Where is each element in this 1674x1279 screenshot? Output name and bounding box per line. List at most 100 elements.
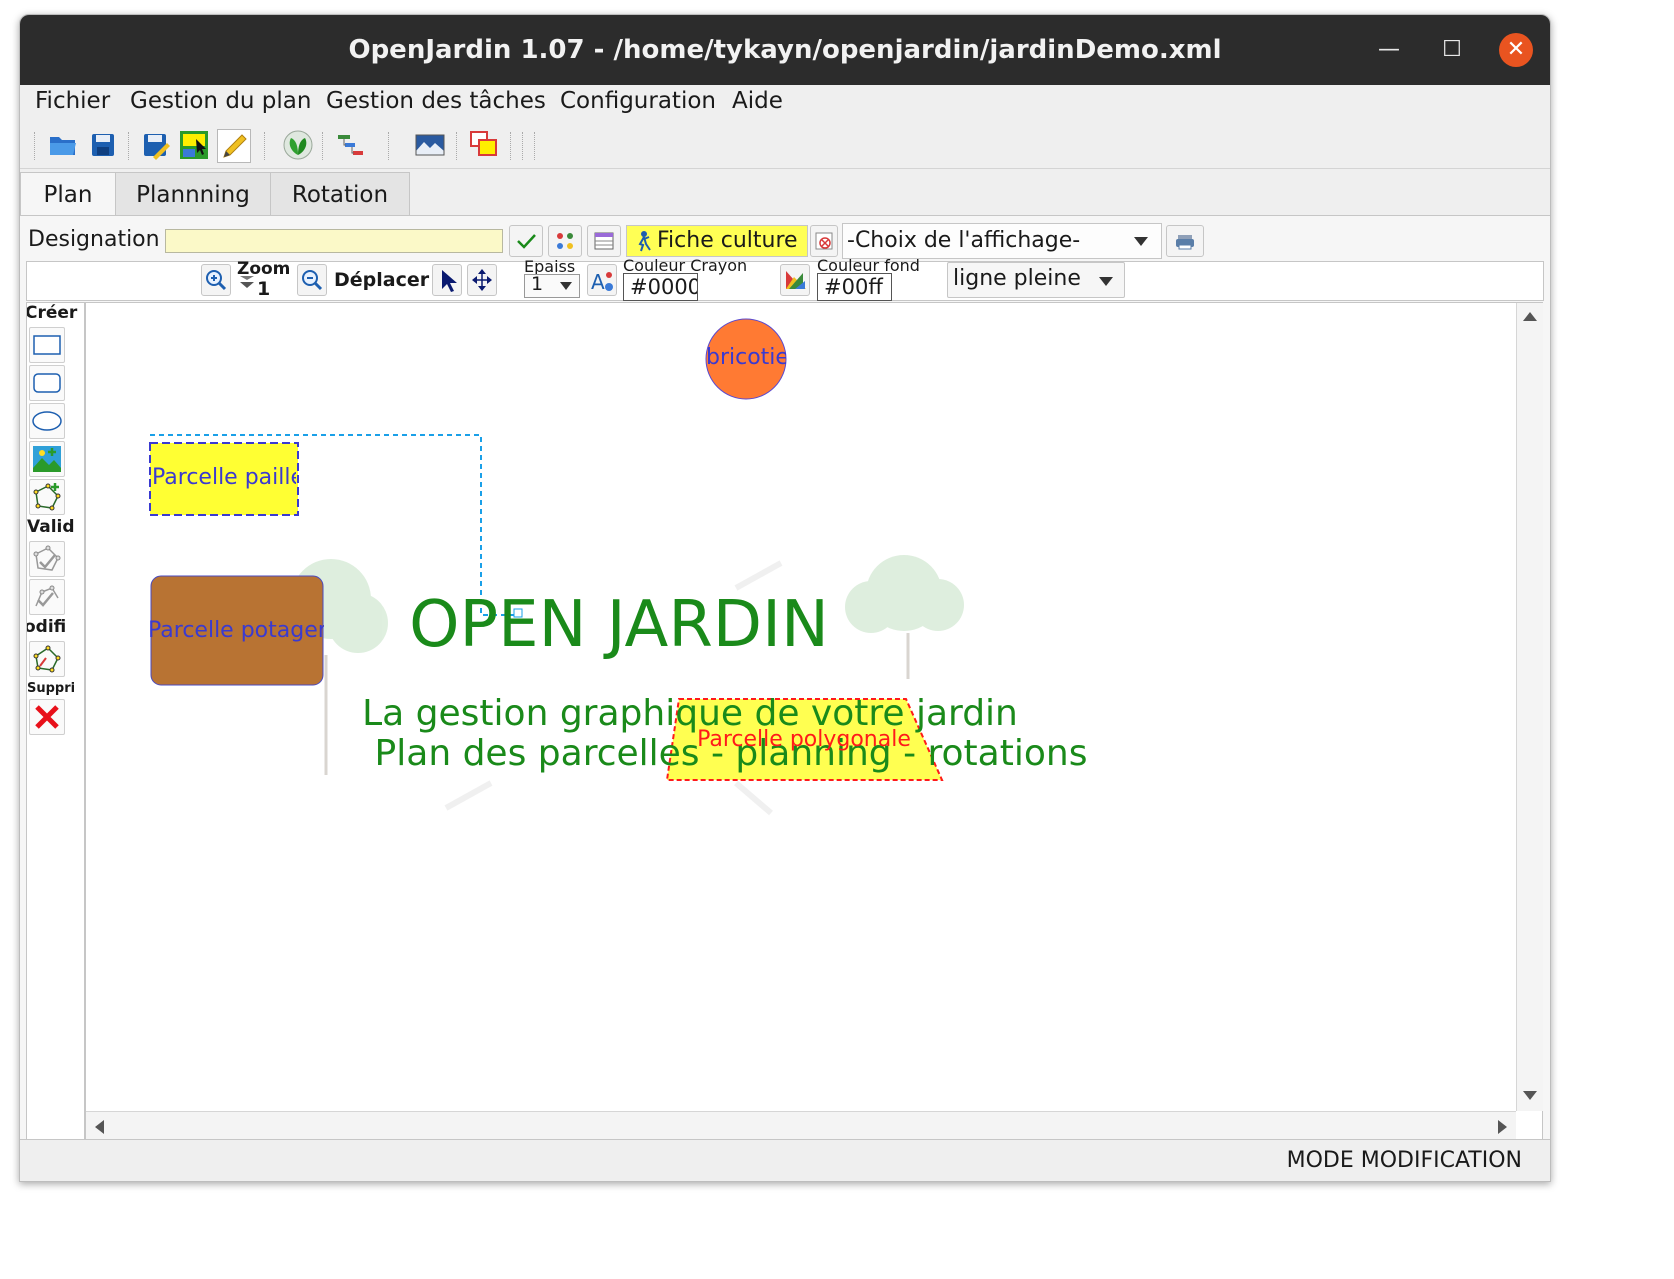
title-bar: OpenJardin 1.07 - /home/tykayn/openjardi… <box>20 15 1550 85</box>
pointer-icon <box>442 270 457 292</box>
modify-polygon-button[interactable] <box>29 641 65 677</box>
zoom-stepper-icon[interactable] <box>237 274 257 288</box>
status-bar: MODE MODIFICATION <box>20 1139 1550 1181</box>
select-area-icon[interactable] <box>178 129 210 161</box>
menu-aide[interactable]: Aide <box>732 88 783 114</box>
designation-row: Designation Fiche culture -Choix de l'af… <box>20 221 1550 261</box>
tab-plan[interactable]: Plan <box>20 172 116 217</box>
menu-configuration[interactable]: Configuration <box>560 88 716 114</box>
minimize-button[interactable]: — <box>1372 33 1406 67</box>
color-text-icon: A <box>591 270 613 294</box>
edit-polygon-icon <box>33 645 61 673</box>
scroll-down-icon[interactable] <box>1521 1089 1539 1103</box>
validate-section-label: Valid <box>27 517 75 537</box>
fiche-culture-button[interactable]: Fiche culture <box>626 225 808 257</box>
toolbar-separator <box>322 132 325 160</box>
scroll-up-icon[interactable] <box>1521 309 1539 323</box>
pen-color-button[interactable]: A <box>587 264 617 296</box>
menu-gestion-plan[interactable]: Gestion du plan <box>130 88 311 114</box>
chevron-down-icon <box>1099 277 1113 286</box>
layout-button[interactable] <box>587 225 621 257</box>
save-icon[interactable] <box>87 129 119 161</box>
gantt-icon[interactable] <box>335 129 367 161</box>
validate-polyline-button[interactable] <box>29 579 65 615</box>
toolbar-separator <box>388 132 391 160</box>
menu-fichier[interactable]: Fichier <box>35 88 110 114</box>
epaisseur-select[interactable]: 1 <box>524 273 580 298</box>
maximize-button[interactable]: ☐ <box>1435 33 1469 67</box>
validate-polygon-button[interactable] <box>29 541 65 577</box>
open-jardin-title: OPEN JARDIN <box>409 588 829 662</box>
horizontal-scrollbar[interactable] <box>86 1111 1516 1140</box>
zoom-in-button[interactable] <box>201 264 231 296</box>
line-style-value: ligne pleine <box>953 266 1081 291</box>
clear-fiche-button[interactable] <box>810 225 838 257</box>
toolbar-separator <box>456 132 459 160</box>
drawing-toolbar: Zoom 1 Déplacer Epaiss 1 A Couleur Crayo… <box>26 256 1544 301</box>
create-ellipse-button[interactable] <box>29 403 65 439</box>
move-arrows-icon <box>472 269 492 291</box>
plan-canvas[interactable]: bricotier Parcelle paillée Parcelle pota… <box>86 303 1516 1111</box>
fill-color-button[interactable] <box>780 264 810 296</box>
layer-order-icon[interactable] <box>468 129 500 161</box>
fiche-culture-label: Fiche culture <box>657 228 798 253</box>
move-button[interactable] <box>467 264 497 296</box>
designation-input[interactable] <box>165 229 503 253</box>
colors-button[interactable] <box>548 225 582 257</box>
plant-icon[interactable] <box>282 129 314 161</box>
menu-gestion-taches[interactable]: Gestion des tâches <box>326 88 546 114</box>
pen-color-field[interactable]: #0000 <box>623 273 698 301</box>
create-section-label: Créer <box>26 303 78 323</box>
create-rounded-rectangle-button[interactable] <box>29 365 65 401</box>
rounded-rectangle-icon <box>33 373 61 393</box>
validate-polygon-icon <box>33 545 61 571</box>
modify-section-label: odifi <box>26 617 67 637</box>
chevron-down-icon <box>1134 237 1148 246</box>
tab-rotation[interactable]: Rotation <box>270 172 410 217</box>
create-rectangle-button[interactable] <box>29 327 65 363</box>
toolbar-separator <box>128 132 131 160</box>
create-image-button[interactable] <box>29 441 65 477</box>
tab-planning[interactable]: Plannning <box>115 172 271 217</box>
remove-icon <box>815 232 833 250</box>
line-style-select[interactable]: ligne pleine <box>947 262 1125 298</box>
validate-button[interactable] <box>509 225 543 257</box>
fill-color-field[interactable]: #00ff <box>817 273 892 301</box>
scroll-right-icon[interactable] <box>1496 1118 1510 1136</box>
vertical-scrollbar[interactable] <box>1516 303 1543 1111</box>
mode-status: MODE MODIFICATION <box>1286 1148 1522 1173</box>
save-as-icon[interactable] <box>139 129 171 161</box>
zoom-out-button[interactable] <box>297 264 327 296</box>
toolbar-separator <box>534 132 537 160</box>
main-toolbar <box>20 120 1550 169</box>
select-pointer-button[interactable] <box>432 264 462 296</box>
zoom-value: 1 <box>257 278 271 300</box>
circle-plot-label: bricotier <box>706 345 786 370</box>
parcelle-polygonale-label: Parcelle polygonale <box>697 727 911 752</box>
scroll-left-icon[interactable] <box>92 1118 106 1136</box>
open-folder-icon[interactable] <box>47 129 79 161</box>
gardener-icon <box>638 231 651 252</box>
create-polygon-button[interactable] <box>29 479 65 515</box>
rectangle-icon <box>33 335 61 355</box>
add-image-icon <box>33 446 61 472</box>
color-spectrum-icon <box>786 271 806 289</box>
parcelle-paillee-label: Parcelle paillée <box>152 465 296 490</box>
palette-icon <box>557 233 573 249</box>
move-label: Déplacer <box>334 269 430 291</box>
validate-polyline-icon <box>35 585 59 607</box>
image-icon[interactable] <box>414 129 446 161</box>
app-window: OpenJardin 1.07 - /home/tykayn/openjardi… <box>19 14 1551 1182</box>
zoom-in-icon <box>206 270 227 291</box>
svg-text:A: A <box>591 270 605 294</box>
close-button[interactable]: ✕ <box>1499 33 1533 67</box>
display-choice-select[interactable]: -Choix de l'affichage- <box>842 223 1162 259</box>
toolbar-separator <box>34 132 37 160</box>
printer-icon <box>1176 235 1194 250</box>
table-icon <box>594 232 614 250</box>
print-button[interactable] <box>1166 225 1204 257</box>
add-polygon-icon <box>33 483 61 511</box>
plan-canvas-area: bricotier Parcelle paillée Parcelle pota… <box>85 302 1543 1140</box>
pencil-icon[interactable] <box>217 129 251 163</box>
delete-shape-button[interactable] <box>29 699 65 735</box>
